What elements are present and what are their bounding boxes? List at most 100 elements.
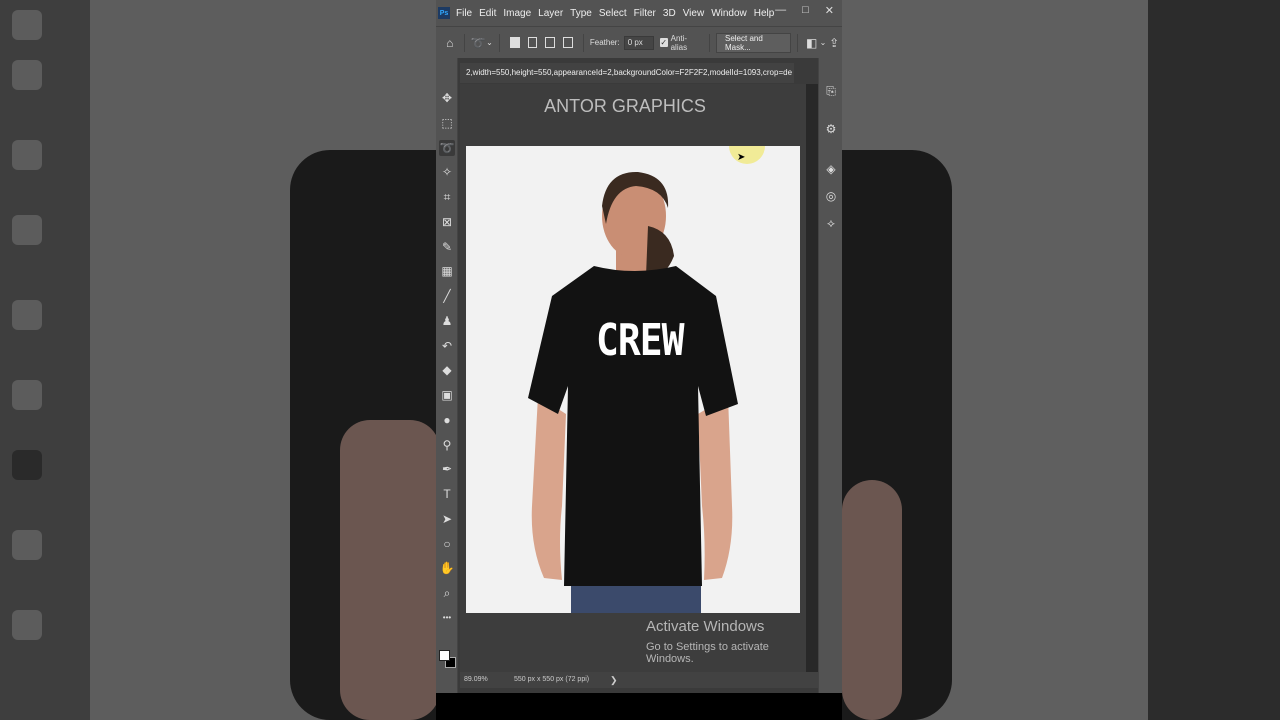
divider (583, 33, 584, 52)
blurred-tool-icon (12, 610, 42, 640)
lasso-cursor-icon: ➤ (737, 152, 746, 163)
photoshop-window: Ps File Edit Image Layer Type Select Fil… (436, 0, 842, 693)
lasso-preset-icon[interactable]: ➰ (470, 36, 486, 50)
properties-panel-icon[interactable]: ⚙ (824, 122, 838, 136)
blurred-tool-icon (12, 10, 42, 40)
divider (797, 33, 798, 52)
bottom-bar (436, 693, 842, 720)
window-controls: — □ ✕ (775, 4, 834, 17)
more-tools-icon[interactable]: ••• (439, 610, 455, 626)
watermark-text: ANTOR GRAPHICS (544, 96, 706, 116)
menu-file[interactable]: File (456, 8, 472, 19)
antialias-checkbox[interactable]: ✓ (659, 38, 668, 47)
panel-dock: ⎘ ⚙ ◈ ◎ ⟡ (818, 58, 842, 693)
crop-tool-icon[interactable]: ⌗ (439, 189, 455, 205)
subtract-selection-icon[interactable] (545, 37, 556, 48)
move-tool-icon[interactable]: ✥ (439, 90, 455, 106)
workspace-icon[interactable]: ◧ (804, 36, 820, 50)
chevron-right-icon[interactable]: ❯ (610, 672, 618, 688)
divider (463, 33, 465, 52)
zoom-level[interactable]: 89.09% (464, 672, 488, 688)
gradient-tool-icon[interactable]: ▣ (439, 387, 455, 403)
menu-edit[interactable]: Edit (479, 8, 496, 19)
activate-windows-title: Activate Windows (646, 618, 765, 635)
blurred-tool-icon (12, 380, 42, 410)
zoom-tool-icon[interactable]: ⌕ (439, 585, 455, 601)
document-canvas[interactable]: CREW ➤ (466, 146, 800, 613)
menu-layer[interactable]: Layer (538, 8, 563, 19)
blurred-toolbar (0, 0, 90, 720)
marquee-tool-icon[interactable]: ⬚ (439, 115, 455, 131)
new-selection-icon[interactable] (509, 37, 520, 48)
blurred-arm (842, 480, 902, 720)
frame-tool-icon[interactable]: ⊠ (439, 214, 455, 230)
path-selection-tool-icon[interactable]: ➤ (439, 511, 455, 527)
chevron-down-icon[interactable]: ⌄ (486, 38, 493, 47)
blurred-tool-icon (12, 140, 42, 170)
restore-icon[interactable]: □ (802, 4, 809, 17)
select-and-mask-button[interactable]: Select and Mask... (715, 32, 791, 53)
share-icon[interactable]: ⇪ (826, 36, 842, 50)
menu-filter[interactable]: Filter (634, 8, 656, 19)
dodge-tool-icon[interactable]: ⚲ (439, 437, 455, 453)
eyedropper-tool-icon[interactable]: ✎ (439, 239, 455, 255)
blurred-background-right (782, 0, 1148, 720)
history-brush-tool-icon[interactable]: ↶ (439, 338, 455, 354)
divider (498, 33, 500, 52)
magic-wand-tool-icon[interactable]: ✧ (439, 164, 455, 180)
shirt-print-text: CREW (596, 314, 685, 366)
activate-windows-subtitle: Go to Settings to activate Windows. (646, 641, 769, 665)
antialias-label: Anti-alias (670, 33, 688, 52)
pen-tool-icon[interactable]: ✒ (439, 461, 455, 477)
layers-panel-icon[interactable]: ◈ (824, 162, 838, 176)
add-selection-icon[interactable] (527, 37, 538, 48)
channels-panel-icon[interactable]: ◎ (824, 189, 838, 203)
type-tool-icon[interactable]: T (439, 486, 455, 502)
feather-label: Feather: (589, 38, 620, 47)
foreground-color-swatch[interactable] (439, 650, 450, 661)
menu-type[interactable]: Type (570, 8, 592, 19)
blurred-tool-icon (12, 530, 42, 560)
workspace: ✥ ⬚ ➰ ✧ ⌗ ⊠ ✎ ▦ ╱ ♟ ↶ ◆ ▣ ● ⚲ ✒ T ➤ ○ ✋ (436, 58, 842, 693)
eraser-tool-icon[interactable]: ◆ (439, 362, 455, 378)
menu-image[interactable]: Image (503, 8, 531, 19)
menu-view[interactable]: View (683, 8, 705, 19)
canvas-pasteboard: ANTOR GRAPHICS CREW ➤ (460, 84, 806, 672)
blurred-tool-icon (12, 215, 42, 245)
menu-select[interactable]: Select (599, 8, 627, 19)
shape-tool-icon[interactable]: ○ (439, 536, 455, 552)
blur-tool-icon[interactable]: ● (439, 412, 455, 428)
tools-panel: ✥ ⬚ ➰ ✧ ⌗ ⊠ ✎ ▦ ╱ ♟ ↶ ◆ ▣ ● ⚲ ✒ T ➤ ○ ✋ (436, 58, 458, 693)
close-icon[interactable]: ✕ (825, 4, 834, 17)
video-frame: Ps File Edit Image Layer Type Select Fil… (0, 0, 1280, 720)
activate-windows-watermark: Activate Windows Go to Settings to activ… (646, 618, 818, 665)
menu-window[interactable]: Window (711, 8, 747, 19)
document-area: ANTOR GRAPHICS CREW ➤ Activate Windows G… (460, 84, 818, 672)
lasso-tool-icon[interactable]: ➰ (439, 140, 455, 156)
blurred-dark-edge (1148, 0, 1280, 720)
feather-input[interactable]: 0 px (623, 35, 654, 50)
color-swatches[interactable] (439, 650, 457, 672)
healing-tool-icon[interactable]: ▦ (439, 263, 455, 279)
history-panel-icon[interactable]: ⎘ (824, 84, 838, 98)
blurred-arm (340, 420, 436, 720)
document-tab[interactable]: 2,width=550,height=550,appearanceId=2,ba… (460, 63, 794, 83)
hand-tool-icon[interactable]: ✋ (439, 560, 455, 576)
home-icon[interactable]: ⌂ (442, 36, 458, 50)
blurred-tool-icon (12, 450, 42, 480)
blurred-background-left (0, 0, 436, 720)
brush-tool-icon[interactable]: ╱ (439, 288, 455, 304)
chevron-down-icon[interactable]: ⌄ (819, 38, 827, 47)
menu-help[interactable]: Help (754, 8, 775, 19)
status-bar: 89.09% 550 px x 550 px (72 ppi) ❯ (460, 672, 818, 688)
divider (709, 33, 710, 52)
menu-3d[interactable]: 3D (663, 8, 676, 19)
minimize-icon[interactable]: — (775, 4, 786, 17)
stamp-tool-icon[interactable]: ♟ (439, 313, 455, 329)
photo-man-in-tshirt (466, 146, 800, 613)
paths-panel-icon[interactable]: ⟡ (824, 216, 838, 230)
document-size: 550 px x 550 px (72 ppi) (514, 676, 590, 683)
intersect-selection-icon[interactable] (563, 37, 574, 48)
blurred-tool-icon (12, 300, 42, 330)
blurred-tool-icon (12, 60, 42, 90)
